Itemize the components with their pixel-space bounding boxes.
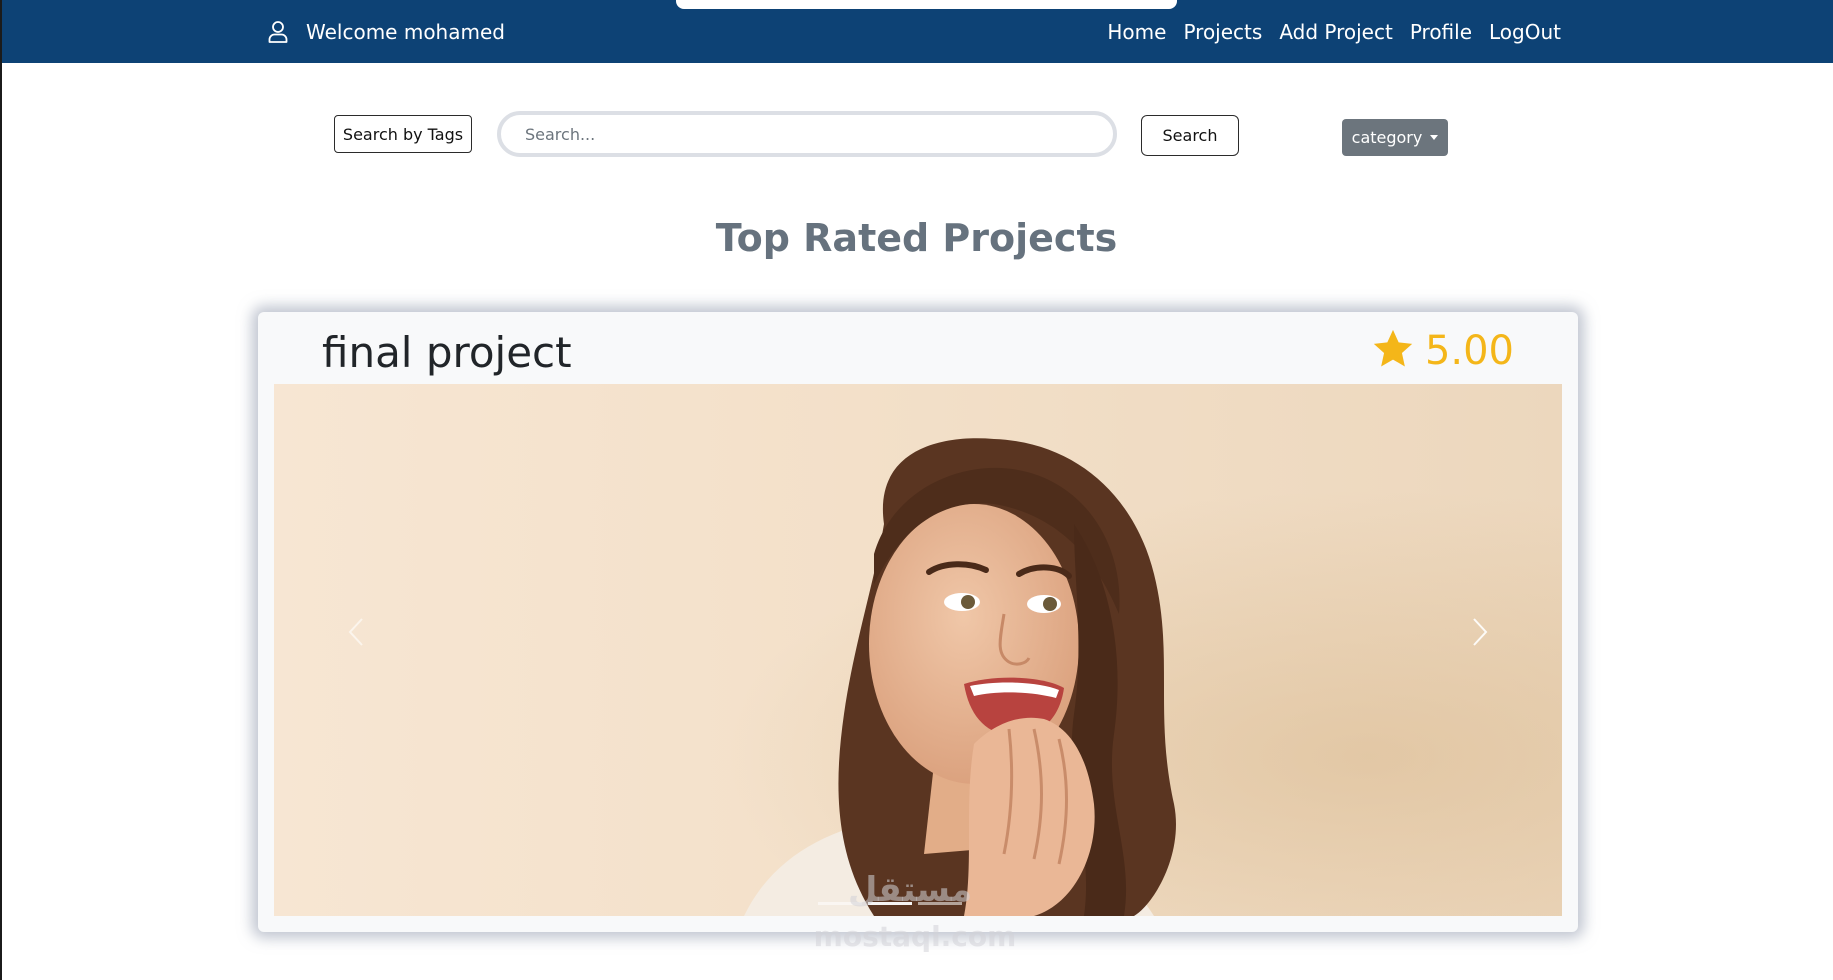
- search-by-tags-button[interactable]: Search by Tags: [334, 115, 472, 153]
- watermark-url: mostaql.com: [813, 920, 1017, 953]
- category-label: category: [1351, 128, 1423, 147]
- welcome-text: Welcome mohamed: [306, 20, 505, 44]
- search-button[interactable]: Search: [1141, 115, 1239, 156]
- chevron-right-icon: [1472, 617, 1488, 651]
- nav-link-projects[interactable]: Projects: [1183, 20, 1262, 44]
- nav-link-home[interactable]: Home: [1107, 20, 1166, 44]
- caret-down-icon: [1430, 135, 1439, 140]
- project-title[interactable]: final project: [322, 328, 572, 377]
- nav-link-add-project[interactable]: Add Project: [1279, 20, 1393, 44]
- page-title: Top Rated Projects: [715, 216, 1118, 260]
- search-input[interactable]: [525, 124, 1085, 144]
- project-image-carousel[interactable]: [274, 384, 1562, 916]
- user-icon: [268, 21, 288, 43]
- project-photo: [274, 384, 1562, 916]
- project-rating: 5.00: [1371, 328, 1514, 374]
- browser-top-tab: [676, 0, 1177, 9]
- nav-links: Home Projects Add Project Profile LogOut: [1107, 18, 1561, 46]
- nav-link-profile[interactable]: Profile: [1410, 20, 1472, 44]
- chevron-left-icon: [348, 617, 364, 651]
- nav-brand: Welcome mohamed: [268, 18, 505, 46]
- search-field[interactable]: [497, 111, 1117, 157]
- window-edge: [0, 0, 2, 980]
- nav-link-logout[interactable]: LogOut: [1489, 20, 1561, 44]
- category-dropdown[interactable]: category: [1342, 119, 1448, 156]
- star-icon: [1371, 328, 1415, 374]
- watermark-logo: مستقل: [847, 870, 973, 910]
- carousel-next-button[interactable]: [1460, 604, 1500, 664]
- project-card: final project 5.00: [258, 312, 1578, 932]
- rating-value: 5.00: [1424, 328, 1514, 374]
- carousel-prev-button[interactable]: [336, 604, 376, 664]
- navbar: Welcome mohamed Home Projects Add Projec…: [2, 0, 1833, 63]
